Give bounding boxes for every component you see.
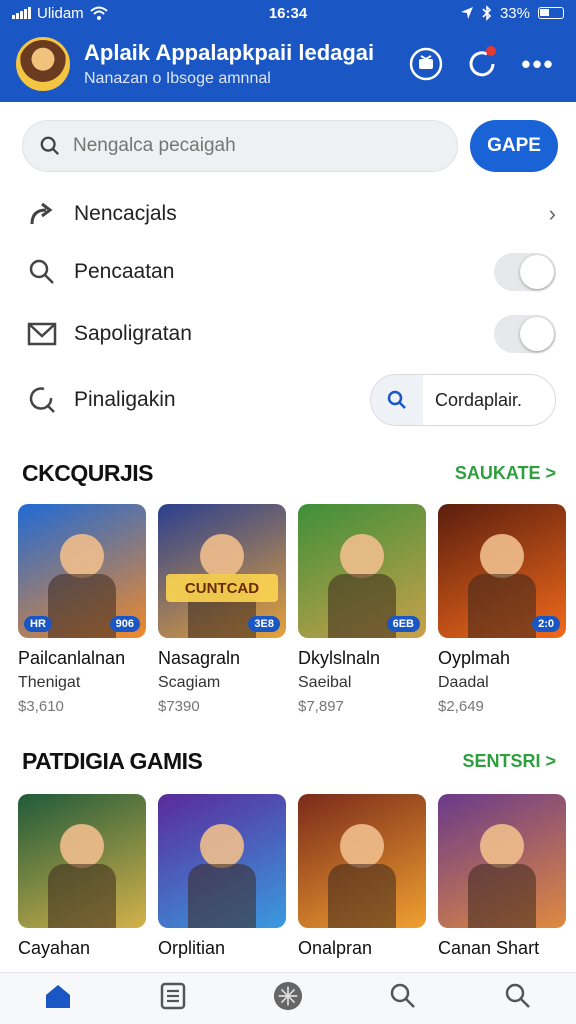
game-name: Dkylslnaln — [298, 648, 381, 668]
app-title: Aplaik Appalapkpaii ledagai — [84, 40, 375, 65]
search-input[interactable] — [72, 135, 441, 157]
nav-search[interactable] — [346, 973, 461, 1024]
notification-dot — [486, 46, 496, 56]
game-thumbnail: 6EB — [298, 504, 426, 638]
game-card[interactable]: 6EB Dkylslnaln Saeibal $7,897 — [298, 504, 426, 715]
app-header: Aplaik Appalapkpaii ledagai Nanazan o Ib… — [0, 26, 576, 102]
game-price: $7390 — [158, 698, 200, 715]
toggle-switch-2[interactable] — [494, 253, 556, 291]
game-thumbnail: CUNTCAD 3E8 — [158, 504, 286, 638]
nav-center[interactable] — [230, 973, 345, 1024]
game-thumbnail — [438, 794, 566, 928]
home-icon — [45, 985, 70, 1008]
game-name: Oyplmah — [438, 648, 511, 668]
share-arrow-icon — [30, 202, 53, 225]
notifications-button[interactable] — [460, 42, 504, 86]
search-icon — [29, 259, 54, 284]
game-tag-right: 3E8 — [248, 616, 280, 632]
game-tag-right: 2:0 — [532, 616, 560, 632]
chevron-right-icon: › — [548, 201, 556, 226]
game-thumbnail: 2:0 — [438, 504, 566, 638]
game-name: Orplitian — [158, 938, 226, 958]
game-name: Nasagraln — [158, 648, 241, 668]
bottom-nav — [0, 972, 576, 1024]
game-name: Cayahan — [18, 938, 91, 958]
tv-icon — [409, 47, 443, 81]
game-tag-left: HR — [24, 616, 52, 632]
section-title-1: CKCQURJIS — [22, 460, 153, 486]
search-icon — [506, 983, 531, 1008]
setting-row-4: Pinaligakin Cordaplair. — [24, 374, 556, 426]
battery-percent: 33% — [499, 4, 530, 22]
game-thumbnail: HR 906 — [18, 504, 146, 638]
game-thumbnail — [18, 794, 146, 928]
game-card[interactable]: Canan Shart — [438, 794, 566, 959]
game-subtitle: Saeibal — [298, 674, 352, 691]
setting-label-2: Pencaatan — [74, 260, 175, 283]
status-bar: Ulidam 16:34 33% — [0, 0, 576, 26]
game-banner: CUNTCAD — [166, 574, 278, 602]
game-subtitle: Scagiam — [158, 674, 221, 691]
section-link-1[interactable]: SAUKATE > — [455, 463, 556, 484]
game-price: $7,897 — [298, 698, 344, 715]
nav-home[interactable] — [0, 973, 115, 1024]
bluetooth-icon — [482, 5, 492, 21]
location-icon — [460, 7, 473, 19]
app-subtitle: Nanazan o Ibsoge amnnal — [84, 70, 271, 87]
game-subtitle: Thenigat — [18, 674, 81, 691]
status-time: 16:34 — [268, 4, 308, 22]
setting-row-3: Sapoligratan — [24, 308, 556, 360]
section-header-1: CKCQURJIS SAUKATE > — [22, 460, 556, 487]
game-card[interactable]: CUNTCAD 3E8 Nasagraln Scagiam $7390 — [158, 504, 286, 715]
more-button[interactable]: ••• — [516, 42, 560, 86]
nav-list[interactable] — [115, 973, 230, 1024]
tv-button[interactable] — [404, 42, 448, 86]
game-subtitle: Daadal — [438, 674, 489, 691]
nav-explore[interactable] — [461, 973, 576, 1024]
setting-label-3: Sapoligratan — [74, 322, 192, 345]
refresh-search-icon — [29, 387, 55, 413]
more-dots-icon: ••• — [521, 48, 555, 79]
game-thumbnail — [298, 794, 426, 928]
setting-search-field[interactable]: Cordaplair. — [370, 374, 556, 426]
setting-row-1[interactable]: Nencacjals › — [24, 188, 556, 240]
game-name: Pailcanlalnan — [18, 648, 126, 668]
game-tag-right: 6EB — [386, 616, 420, 632]
card-row-1: HR 906 Pailcanlalnan Thenigat $3,610 CUN… — [18, 504, 566, 715]
card-row-2: Cayahan Orplitian Onalpran Canan Shart — [18, 794, 566, 959]
game-card[interactable]: Orplitian — [158, 794, 286, 959]
carrier-label: Ulidam — [37, 4, 84, 22]
game-thumbnail — [158, 794, 286, 928]
search-icon — [40, 136, 60, 156]
compass-icon — [273, 981, 303, 1011]
search-icon — [387, 390, 406, 409]
wifi-icon — [90, 6, 108, 20]
game-name: Canan Shart — [438, 938, 540, 958]
mail-icon — [27, 322, 57, 346]
avatar[interactable] — [16, 37, 70, 91]
setting-label-1: Nencacjals — [74, 202, 177, 225]
setting-search-value: Cordaplair. — [435, 389, 523, 410]
toggle-switch-3[interactable] — [494, 315, 556, 353]
game-price: $3,610 — [18, 698, 64, 715]
game-card[interactable]: Onalpran — [298, 794, 426, 959]
signal-icon — [12, 7, 31, 19]
setting-row-2: Pencaatan — [24, 246, 556, 298]
game-card[interactable]: 2:0 Oyplmah Daadal $2,649 — [438, 504, 566, 715]
game-price: $2,649 — [438, 698, 484, 715]
game-card[interactable]: Cayahan — [18, 794, 146, 959]
search-icon — [390, 983, 416, 1008]
section-title-2: PATDIGIA GAMIS — [22, 748, 203, 774]
setting-label-4: Pinaligakin — [74, 388, 176, 411]
game-tag-right: 906 — [109, 616, 140, 632]
search-button[interactable]: GAPE — [470, 120, 558, 172]
battery-icon — [538, 7, 564, 19]
search-row: GAPE — [22, 120, 558, 172]
search-box[interactable] — [22, 120, 458, 172]
game-card[interactable]: HR 906 Pailcanlalnan Thenigat $3,610 — [18, 504, 146, 715]
section-link-2[interactable]: SENTSRI > — [462, 751, 556, 772]
game-name: Onalpran — [298, 938, 373, 958]
list-icon — [160, 982, 186, 1010]
section-header-2: PATDIGIA GAMIS SENTSRI > — [22, 748, 556, 775]
